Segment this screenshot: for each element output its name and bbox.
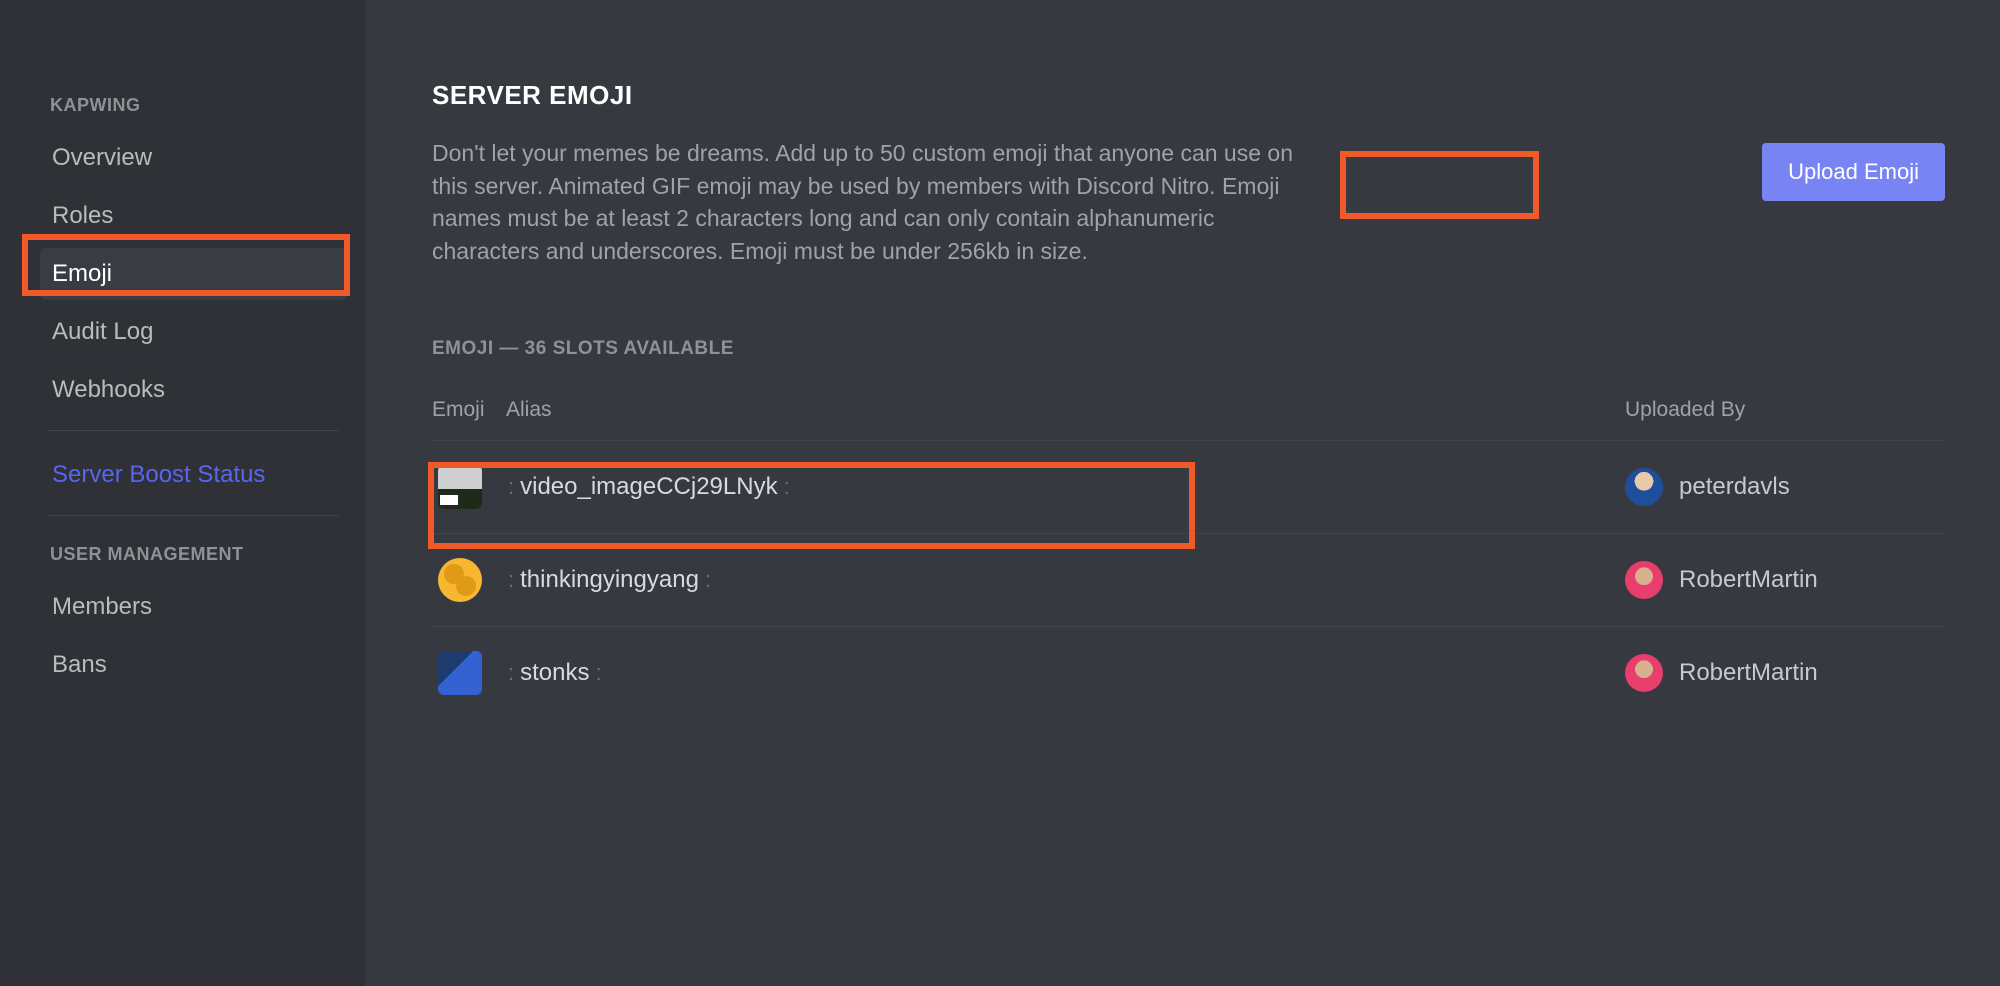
emoji-alias[interactable]: : video_imageCCj29LNyk :: [506, 473, 1625, 501]
sidebar-item-members[interactable]: Members: [40, 581, 347, 633]
emoji-uploader: RobertMartin: [1625, 561, 1945, 599]
sidebar-item-webhooks[interactable]: Webhooks: [40, 364, 347, 416]
uploader-name: RobertMartin: [1679, 566, 1818, 594]
sidebar-item-server-boost[interactable]: Server Boost Status: [40, 449, 347, 501]
sidebar-item-label: Emoji: [52, 260, 112, 287]
sidebar-item-label: Bans: [52, 651, 107, 678]
sidebar-item-label: Members: [52, 593, 152, 620]
emoji-image-icon: [438, 558, 482, 602]
sidebar-item-overview[interactable]: Overview: [40, 132, 347, 184]
col-alias-label: Alias: [506, 398, 1625, 422]
emoji-alias-text: stonks: [520, 659, 589, 687]
emoji-alias[interactable]: : thinkingyingyang :: [506, 566, 1625, 594]
avatar: [1625, 654, 1663, 692]
colon-icon: :: [782, 474, 792, 500]
uploader-name: RobertMartin: [1679, 659, 1818, 687]
colon-icon: :: [594, 660, 604, 686]
emoji-alias-text: video_imageCCj29LNyk: [520, 473, 777, 501]
main-content: SERVER EMOJI Don't let your memes be dre…: [365, 0, 2000, 986]
sidebar: KAPWING Overview Roles Emoji Audit Log W…: [0, 0, 365, 986]
avatar: [1625, 468, 1663, 506]
sidebar-item-label: Overview: [52, 144, 152, 171]
page-title: SERVER EMOJI: [432, 80, 1945, 111]
sidebar-item-bans[interactable]: Bans: [40, 639, 347, 691]
uploader-name: peterdavls: [1679, 473, 1790, 501]
emoji-row[interactable]: : video_imageCCj29LNyk : peterdavls: [432, 440, 1945, 533]
emoji-row[interactable]: : thinkingyingyang : RobertMartin: [432, 533, 1945, 626]
emoji-image-icon: [438, 465, 482, 509]
col-emoji-label: Emoji: [432, 398, 506, 422]
sidebar-server-label: KAPWING: [40, 85, 347, 126]
sidebar-item-label: Roles: [52, 202, 113, 229]
colon-icon: :: [506, 660, 516, 686]
sidebar-item-audit-log[interactable]: Audit Log: [40, 306, 347, 358]
sidebar-user-mgmt-label: USER MANAGEMENT: [40, 534, 347, 575]
sidebar-item-label: Audit Log: [52, 318, 153, 345]
colon-icon: :: [506, 474, 516, 500]
sidebar-item-label: Server Boost Status: [52, 461, 265, 488]
emoji-alias[interactable]: : stonks :: [506, 659, 1625, 687]
sidebar-divider: [48, 430, 339, 431]
header-row: Don't let your memes be dreams. Add up t…: [432, 137, 1945, 268]
sidebar-divider: [48, 515, 339, 516]
emoji-table: Emoji Alias Uploaded By : video_imageCCj…: [432, 390, 1945, 719]
col-uploaded-label: Uploaded By: [1625, 398, 1945, 422]
emoji-table-header: Emoji Alias Uploaded By: [432, 390, 1945, 440]
emoji-uploader: RobertMartin: [1625, 654, 1945, 692]
sidebar-item-emoji[interactable]: Emoji: [40, 248, 347, 300]
sidebar-item-roles[interactable]: Roles: [40, 190, 347, 242]
avatar: [1625, 561, 1663, 599]
colon-icon: :: [506, 567, 516, 593]
page-description: Don't let your memes be dreams. Add up t…: [432, 137, 1302, 268]
emoji-alias-text: thinkingyingyang: [520, 566, 699, 594]
emoji-image-icon: [438, 651, 482, 695]
emoji-row[interactable]: : stonks : RobertMartin: [432, 626, 1945, 719]
emoji-slots-label: EMOJI — 36 SLOTS AVAILABLE: [432, 338, 1945, 360]
emoji-uploader: peterdavls: [1625, 468, 1945, 506]
colon-icon: :: [703, 567, 713, 593]
sidebar-item-label: Webhooks: [52, 376, 165, 403]
upload-emoji-button[interactable]: Upload Emoji: [1762, 143, 1945, 201]
